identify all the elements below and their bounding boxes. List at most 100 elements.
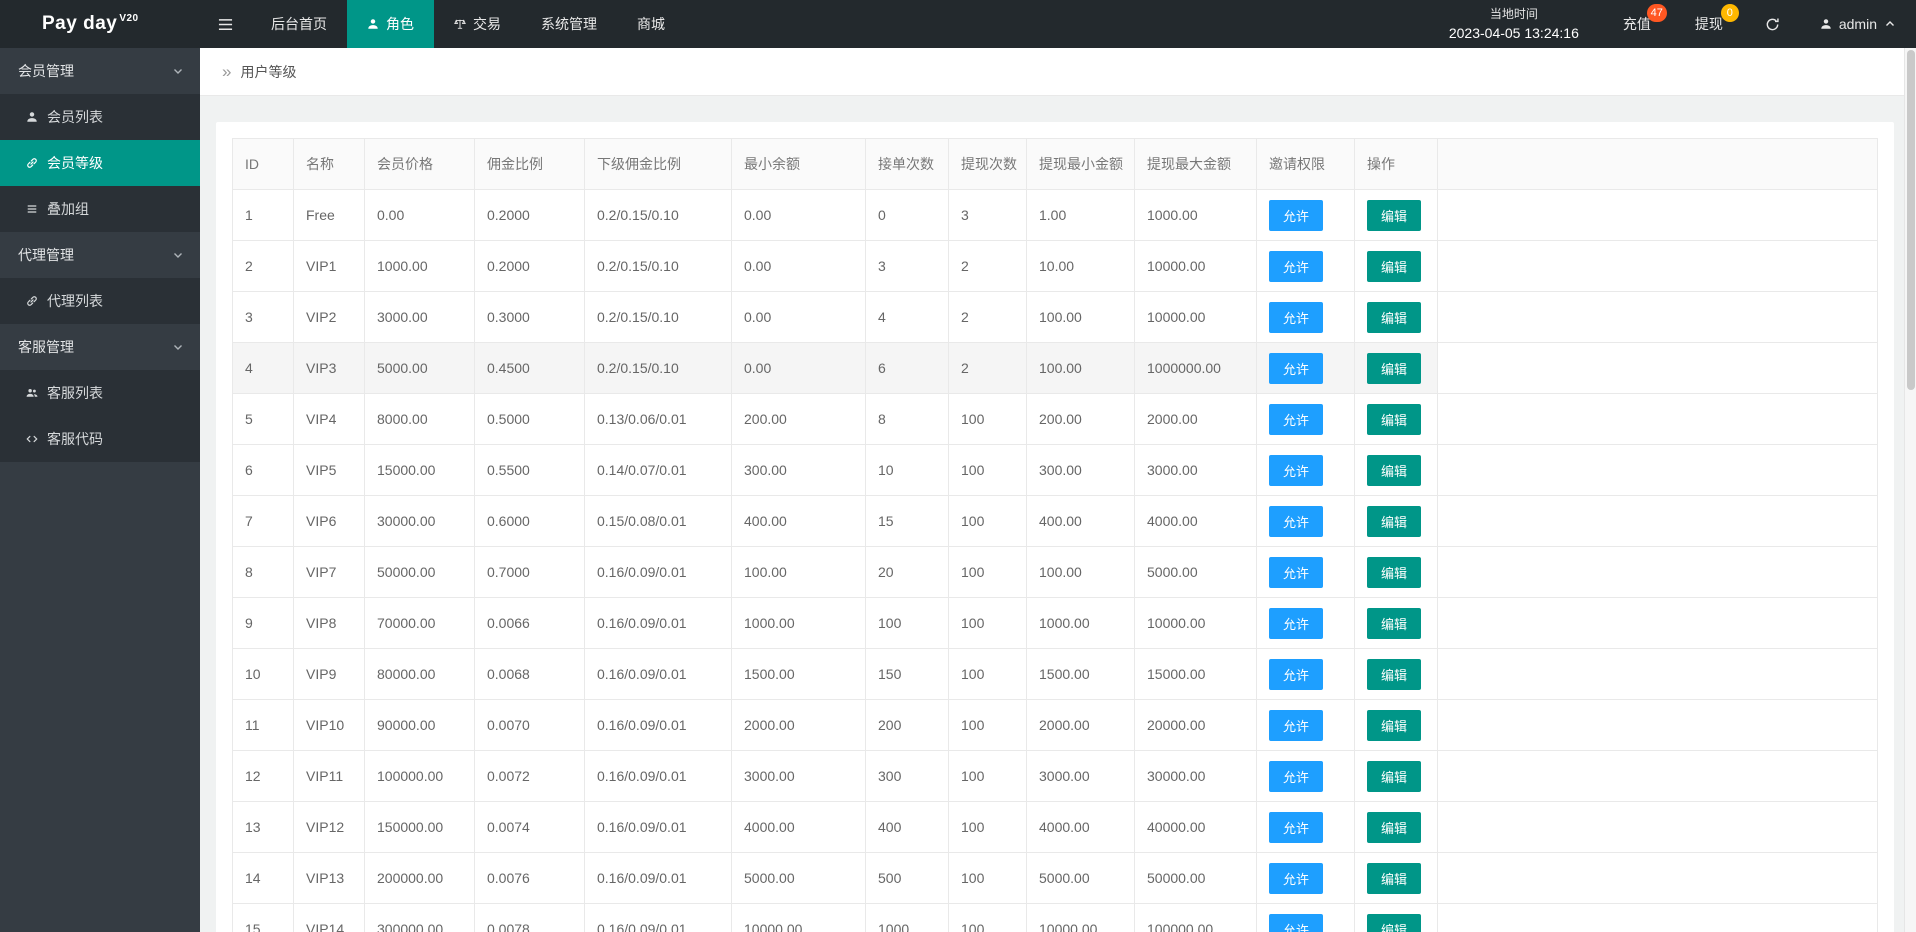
sidebar-item-label: 客服代码: [47, 431, 103, 447]
cell-orders: 20: [865, 546, 949, 598]
cell-id: 13: [232, 801, 294, 853]
table-card: ID 名称 会员价格 佣金比例 下级佣金比例 最小余额 接单次数 提现次数 提现最小金额 提现最大…: [216, 122, 1894, 932]
cell-rate: 0.5500: [474, 444, 585, 496]
chevron-down-icon: [174, 69, 182, 74]
allow-button[interactable]: 允许: [1269, 862, 1324, 894]
edit-button[interactable]: 编辑: [1367, 403, 1422, 435]
hamburger-menu-button[interactable]: [200, 0, 251, 48]
sidebar-item-service-code[interactable]: 客服代码: [0, 416, 200, 462]
column-header: 提现最大金额: [1134, 138, 1257, 190]
cell-invite-permission: 允许: [1256, 699, 1355, 751]
scrollbar-thumb[interactable]: [1907, 50, 1915, 390]
cell-rate: 0.5000: [474, 393, 585, 445]
allow-button[interactable]: 允许: [1269, 811, 1324, 843]
cell-rate: 0.0074: [474, 801, 585, 853]
allow-button[interactable]: 允许: [1269, 352, 1324, 384]
allow-button[interactable]: 允许: [1269, 658, 1324, 690]
allow-button[interactable]: 允许: [1269, 250, 1324, 282]
cell-rate: 0.0070: [474, 699, 585, 751]
row-filler: [1437, 801, 1878, 853]
edit-button[interactable]: 编辑: [1367, 505, 1422, 537]
nav-item-system[interactable]: 系统管理: [521, 0, 617, 48]
cell-wd_min: 1.00: [1026, 189, 1135, 241]
edit-button[interactable]: 编辑: [1367, 250, 1422, 282]
sidebar-item-member-list[interactable]: 会员列表: [0, 94, 200, 140]
cell-id: 7: [232, 495, 294, 547]
cell-wd_max: 30000.00: [1134, 750, 1257, 802]
cell-wd_times: 100: [948, 801, 1027, 853]
cell-price: 1000.00: [364, 240, 475, 292]
refresh-button[interactable]: [1745, 0, 1800, 48]
nav-item-trade[interactable]: 交易: [434, 0, 521, 48]
cell-sub_rate: 0.2/0.15/0.10: [584, 240, 732, 292]
sidebar-group-service-management[interactable]: 客服管理: [0, 324, 200, 370]
cell-sub_rate: 0.13/0.06/0.01: [584, 393, 732, 445]
admin-menu[interactable]: admin: [1800, 0, 1916, 48]
cell-id: 10: [232, 648, 294, 700]
sidebar-item-service-list[interactable]: 客服列表: [0, 370, 200, 416]
cell-invite-permission: 允许: [1256, 750, 1355, 802]
edit-button[interactable]: 编辑: [1367, 454, 1422, 486]
column-header: 提现次数: [948, 138, 1027, 190]
row-filler: [1437, 852, 1878, 904]
row-filler: [1437, 189, 1878, 241]
recharge-button[interactable]: 充值 47: [1601, 0, 1673, 48]
edit-button[interactable]: 编辑: [1367, 352, 1422, 384]
allow-button[interactable]: 允许: [1269, 454, 1324, 486]
sidebar-group-member-management[interactable]: 会员管理: [0, 48, 200, 94]
cell-price: 80000.00: [364, 648, 475, 700]
edit-button[interactable]: 编辑: [1367, 607, 1422, 639]
edit-button[interactable]: 编辑: [1367, 556, 1422, 588]
sidebar-group-label: 代理管理: [18, 247, 74, 263]
allow-button[interactable]: 允许: [1269, 505, 1324, 537]
allow-button[interactable]: 允许: [1269, 556, 1324, 588]
cell-wd_max: 10000.00: [1134, 240, 1257, 292]
content-area: ID 名称 会员价格 佣金比例 下级佣金比例 最小余额 接单次数 提现次数 提现最小金额 提现最大…: [200, 96, 1916, 932]
allow-button[interactable]: 允许: [1269, 301, 1324, 333]
topbar-right: 当地时间 2023-04-05 13:24:16 充值 47 提现 0 admi…: [1427, 0, 1916, 48]
edit-button[interactable]: 编辑: [1367, 760, 1422, 792]
cell-wd_times: 100: [948, 852, 1027, 904]
user-icon: [27, 112, 37, 122]
cell-actions: 编辑: [1354, 852, 1438, 904]
vertical-scrollbar[interactable]: [1904, 48, 1916, 932]
edit-button[interactable]: 编辑: [1367, 301, 1422, 333]
person-icon: [1821, 19, 1831, 29]
cell-invite-permission: 允许: [1256, 648, 1355, 700]
user-level-table: ID 名称 会员价格 佣金比例 下级佣金比例 最小余额 接单次数 提现次数 提现最小金额 提现最大…: [232, 138, 1878, 932]
cell-rate: 0.0066: [474, 597, 585, 649]
allow-button[interactable]: 允许: [1269, 199, 1324, 231]
edit-button[interactable]: 编辑: [1367, 199, 1422, 231]
edit-button[interactable]: 编辑: [1367, 913, 1422, 932]
cell-price: 5000.00: [364, 342, 475, 394]
edit-button[interactable]: 编辑: [1367, 811, 1422, 843]
sidebar-group-agent-management[interactable]: 代理管理: [0, 232, 200, 278]
allow-button[interactable]: 允许: [1269, 709, 1324, 741]
recharge-label: 充值: [1622, 16, 1651, 32]
allow-button[interactable]: 允许: [1269, 403, 1324, 435]
cell-wd_times: 2: [948, 240, 1027, 292]
withdraw-button[interactable]: 提现 0: [1673, 0, 1745, 48]
cell-actions: 编辑: [1354, 801, 1438, 853]
cell-sub_rate: 0.16/0.09/0.01: [584, 699, 732, 751]
cell-min_balance: 4000.00: [731, 801, 866, 853]
allow-button[interactable]: 允许: [1269, 760, 1324, 792]
allow-button[interactable]: 允许: [1269, 913, 1324, 932]
nav-item-dashboard[interactable]: 后台首页: [251, 0, 347, 48]
edit-button[interactable]: 编辑: [1367, 709, 1422, 741]
edit-button[interactable]: 编辑: [1367, 658, 1422, 690]
sidebar-item-member-level[interactable]: 会员等级: [0, 140, 200, 186]
column-header: ID: [232, 138, 294, 190]
cell-min_balance: 3000.00: [731, 750, 866, 802]
edit-button[interactable]: 编辑: [1367, 862, 1422, 894]
allow-button[interactable]: 允许: [1269, 607, 1324, 639]
sidebar-item-agent-list[interactable]: 代理列表: [0, 278, 200, 324]
nav-item-role[interactable]: 角色: [347, 0, 434, 48]
cell-sub_rate: 0.16/0.09/0.01: [584, 852, 732, 904]
cell-price: 3000.00: [364, 291, 475, 343]
nav-item-mall[interactable]: 商城: [617, 0, 685, 48]
cell-name: VIP11: [293, 750, 365, 802]
top-navigation: 后台首页 角色 交易 系统管理 商城: [200, 0, 685, 48]
cell-invite-permission: 允许: [1256, 240, 1355, 292]
sidebar-item-stack-group[interactable]: 叠加组: [0, 186, 200, 232]
